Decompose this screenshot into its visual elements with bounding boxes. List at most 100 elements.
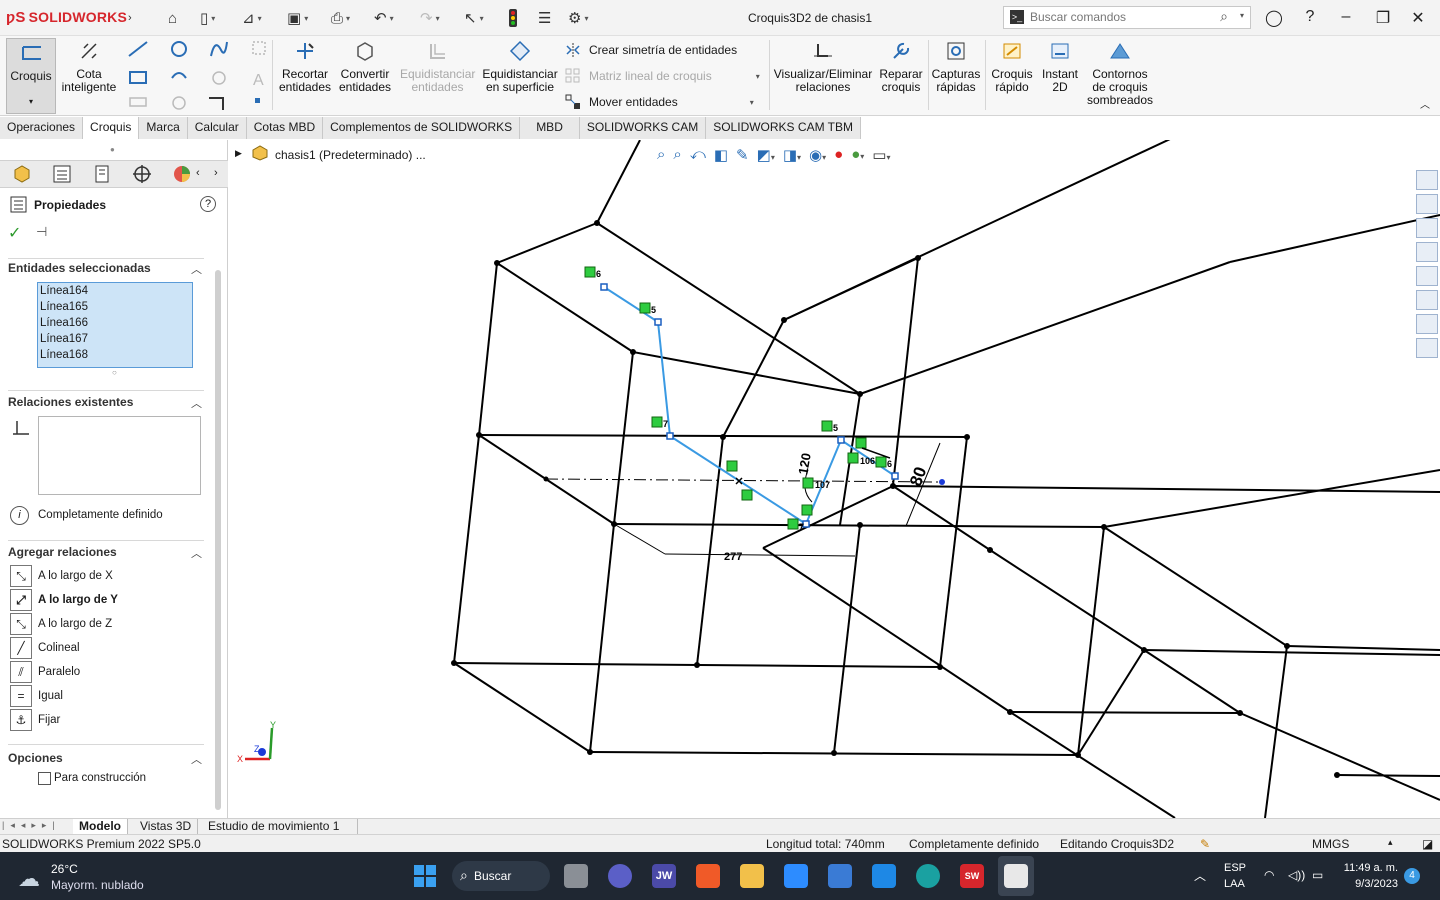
tab-marca[interactable]: Marca bbox=[139, 117, 188, 139]
brave-browser-icon[interactable] bbox=[696, 864, 720, 888]
quick-snaps-button[interactable]: Capturas rápidas bbox=[930, 40, 982, 94]
rapid-sketch-button[interactable]: Croquis rápido bbox=[988, 40, 1036, 94]
user-account-icon[interactable]: ◯ bbox=[1264, 8, 1284, 28]
relation-parallel[interactable]: ⫽ Paralelo bbox=[10, 661, 80, 683]
collapse-caret-icon[interactable]: ︿ bbox=[191, 261, 202, 277]
hidden-icons-chevron[interactable]: ︿ bbox=[1194, 867, 1206, 884]
construction-checkbox[interactable] bbox=[38, 772, 51, 785]
feature-manager-icon[interactable] bbox=[12, 164, 32, 184]
display-manager-icon[interactable] bbox=[172, 164, 192, 184]
tab-vistas-3d[interactable]: Vistas 3D bbox=[134, 819, 199, 835]
language-line2[interactable]: LAA bbox=[1224, 878, 1245, 890]
clock-time[interactable]: 11:49 a. m. bbox=[1340, 862, 1398, 874]
weather-temp[interactable]: 26°C bbox=[51, 862, 78, 876]
instant-2d-button[interactable]: Instant 2D bbox=[1038, 40, 1082, 94]
jw-app-icon[interactable]: JW bbox=[652, 864, 676, 888]
tab-croquis[interactable]: Croquis bbox=[83, 117, 140, 139]
existing-relations-list[interactable] bbox=[38, 416, 201, 495]
relation-along-x[interactable]: ⤡ A lo largo de X bbox=[10, 565, 113, 587]
tab-estudio-movimiento[interactable]: Estudio de movimiento 1 bbox=[202, 819, 358, 835]
existing-relations-header[interactable]: Relaciones existentes bbox=[8, 395, 133, 409]
help-icon[interactable]: ? bbox=[200, 196, 216, 212]
search-icon[interactable]: ⌕ bbox=[1220, 8, 1228, 25]
offset-entities-button[interactable]: Equidistanciar entidades bbox=[400, 40, 475, 94]
view-palette-icon[interactable] bbox=[1416, 266, 1438, 286]
panel-grip-icon[interactable]: ● bbox=[110, 145, 115, 154]
tab-scroll-left-icon[interactable]: ‹ bbox=[196, 167, 200, 179]
collapse-caret-icon[interactable]: ︿ bbox=[191, 545, 202, 561]
zoom-app-icon[interactable] bbox=[784, 864, 808, 888]
redo-icon[interactable]: ↷ ▾ bbox=[420, 8, 440, 28]
design-library-icon[interactable] bbox=[1416, 218, 1438, 238]
smart-dimension-button[interactable]: Cota inteligente bbox=[60, 40, 118, 94]
list-item[interactable]: Línea164 bbox=[40, 285, 192, 301]
tab-cotas-mbd[interactable]: Cotas MBD bbox=[246, 117, 324, 139]
units-dropdown-icon[interactable]: ▴ bbox=[1388, 837, 1393, 848]
microsoft-store-icon[interactable] bbox=[828, 864, 852, 888]
collapse-caret-icon[interactable]: ︿ bbox=[191, 751, 202, 767]
weather-cloud-icon[interactable]: ☁ bbox=[18, 866, 40, 892]
shaded-sketch-contours-button[interactable]: Contornos de croquis sombreados bbox=[1084, 40, 1156, 107]
help-icon[interactable]: ? bbox=[1300, 8, 1320, 26]
close-button[interactable]: ✕ bbox=[1408, 8, 1428, 28]
relation-along-y[interactable]: ⤢ A lo largo de Y bbox=[10, 589, 118, 611]
relation-equal[interactable]: = Igual bbox=[10, 685, 63, 707]
home-icon[interactable]: ⌂ bbox=[168, 8, 177, 28]
save-icon[interactable]: ▣ ▾ bbox=[287, 8, 308, 28]
undo-icon[interactable]: ↶ ▾ bbox=[374, 8, 394, 28]
trim-entities-button[interactable]: Recortar entidades bbox=[276, 40, 334, 94]
tab-modelo[interactable]: Modelo bbox=[73, 819, 128, 835]
minimize-button[interactable]: – bbox=[1336, 8, 1356, 26]
selected-entities-list[interactable]: Línea164 Línea165 Línea166 Línea167 Líne… bbox=[37, 282, 193, 368]
design-library-home-icon[interactable] bbox=[1416, 194, 1438, 214]
restore-button[interactable]: ❐ bbox=[1373, 8, 1393, 28]
collapse-caret-icon[interactable]: ︿ bbox=[191, 395, 202, 411]
list-resize-handle[interactable]: ○ bbox=[112, 368, 117, 377]
display-delete-relations-button[interactable]: Visualizar/Eliminar relaciones bbox=[772, 40, 874, 94]
options-gear-icon[interactable]: ⚙ ▾ bbox=[568, 8, 588, 28]
list-item[interactable]: Línea165 bbox=[40, 301, 192, 317]
wifi-icon[interactable]: ◠ bbox=[1264, 868, 1274, 882]
solidworks-resources-icon[interactable] bbox=[1416, 170, 1438, 190]
tooltip-icon[interactable]: ◪ bbox=[1422, 837, 1433, 851]
file-properties-icon[interactable]: ☰ bbox=[538, 8, 551, 28]
tab-solidworks-cam[interactable]: SOLIDWORKS CAM bbox=[579, 117, 707, 139]
file-explorer-icon[interactable] bbox=[1416, 242, 1438, 262]
3d-sketch-drawing[interactable]: 6 5 7 5 6 106 107 7 120 80 277 Y X Z bbox=[229, 140, 1440, 818]
language-line1[interactable]: ESP bbox=[1224, 862, 1246, 874]
collapse-ribbon-icon[interactable]: ︿ bbox=[1420, 96, 1430, 111]
move-entities-button[interactable]: Mover entidades ▾ bbox=[565, 94, 754, 110]
battery-icon[interactable]: ▭ bbox=[1312, 868, 1323, 882]
tab-complementos[interactable]: Complementos de SOLIDWORKS bbox=[323, 117, 521, 139]
clock-date[interactable]: 9/3/2023 bbox=[1340, 878, 1398, 890]
rebuild-icon[interactable]: ✎ bbox=[1200, 837, 1210, 851]
print-icon[interactable]: ⎙ ▾ bbox=[331, 8, 350, 28]
appearances-icon[interactable] bbox=[1416, 290, 1438, 310]
croquis-button[interactable]: Croquis ▾ bbox=[6, 38, 56, 114]
pushpin-icon[interactable]: ⊣ bbox=[36, 224, 47, 240]
search-commands-input[interactable]: >_ Buscar comandos ⌕ ▾ bbox=[1003, 6, 1251, 29]
solidworks-2022-icon[interactable]: SW bbox=[960, 864, 984, 888]
mirror-entities-button[interactable]: Crear simetría de entidades bbox=[565, 42, 737, 58]
tab-scroll-arrows[interactable]: |◂◂▸▸| bbox=[2, 820, 61, 831]
configuration-manager-icon[interactable] bbox=[92, 164, 112, 184]
notification-badge[interactable]: 4 bbox=[1404, 868, 1420, 884]
windows-start-icon[interactable] bbox=[413, 864, 437, 888]
menu-expand-icon[interactable]: › bbox=[128, 8, 132, 28]
task-view-icon[interactable] bbox=[564, 864, 588, 888]
file-explorer-icon[interactable] bbox=[740, 864, 764, 888]
tab-solidworks-cam-tbm[interactable]: SOLIDWORKS CAM TBM bbox=[706, 117, 862, 139]
edge-browser-icon[interactable] bbox=[916, 864, 940, 888]
open-document-icon[interactable]: ⊿ ▾ bbox=[242, 8, 262, 28]
rebuild-traffic-light-icon[interactable] bbox=[508, 8, 518, 28]
options-header[interactable]: Opciones bbox=[8, 751, 63, 765]
tab-scroll-right-icon[interactable]: › bbox=[214, 167, 218, 179]
select-pointer-icon[interactable]: ↖ ▾ bbox=[464, 8, 484, 28]
relation-fix[interactable]: ⚓ Fijar bbox=[10, 709, 60, 731]
property-manager-icon[interactable] bbox=[52, 164, 72, 184]
relation-along-z[interactable]: ⤡ A lo largo de Z bbox=[10, 613, 112, 635]
repair-sketch-button[interactable]: Reparar croquis bbox=[876, 40, 926, 94]
forum-icon[interactable] bbox=[1416, 338, 1438, 358]
convert-entities-button[interactable]: Convertir entidades bbox=[336, 40, 394, 94]
tab-operaciones[interactable]: Operaciones bbox=[0, 117, 84, 139]
